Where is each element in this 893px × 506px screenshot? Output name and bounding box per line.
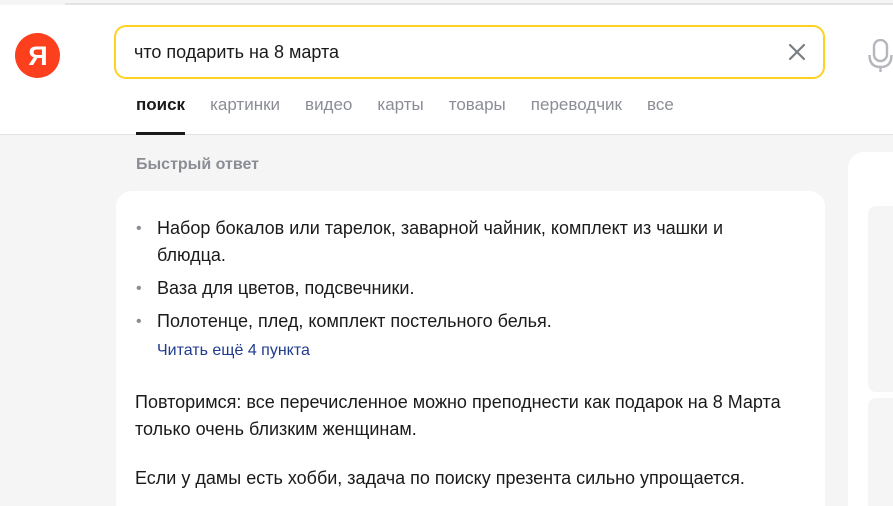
search-box [114, 25, 825, 79]
yandex-logo-glyph: Я [28, 41, 47, 71]
answer-paragraph: Повторимся: все перечисленное можно преп… [135, 392, 781, 439]
search-input[interactable] [134, 27, 774, 77]
tab-images[interactable]: картинки [210, 95, 280, 135]
bullet-icon: • [136, 313, 142, 330]
quick-answer-title: Быстрый ответ [136, 156, 259, 173]
tab-maps[interactable]: карты [377, 95, 423, 135]
tab-translator[interactable]: переводчик [531, 95, 622, 135]
quick-answer-card: • Набор бокалов или тарелок, заварной ча… [116, 191, 825, 506]
search-tabs: поиск картинки видео карты товары перево… [136, 95, 699, 135]
list-item-text: Набор бокалов или тарелок, заварной чайн… [157, 218, 724, 265]
microphone-icon[interactable] [868, 38, 893, 73]
right-panel-thumbnail[interactable] [868, 206, 893, 392]
header: Я поиск картинки видео карты товары пере… [0, 5, 893, 135]
tab-all[interactable]: все [647, 95, 674, 135]
list-item: • Полотенце, плед, комплект постельного … [135, 308, 795, 335]
bullet-icon: • [136, 220, 142, 237]
read-more-link[interactable]: Читать ещё 4 пункта [157, 342, 310, 360]
tab-products[interactable]: товары [449, 95, 506, 135]
tab-search[interactable]: поиск [136, 95, 186, 135]
answer-list: • Набор бокалов или тарелок, заварной ча… [135, 215, 795, 341]
answer-paragraph: Если у дамы есть хобби, задача по поиску… [135, 468, 745, 488]
close-icon[interactable] [785, 40, 809, 64]
svg-text:Я: Я [28, 41, 47, 71]
tab-video[interactable]: видео [305, 95, 352, 135]
list-item-text: Ваза для цветов, подсвечники. [157, 278, 415, 298]
list-item: • Ваза для цветов, подсвечники. [135, 275, 795, 302]
yandex-logo[interactable]: Я [15, 33, 60, 78]
bullet-icon: • [136, 280, 142, 297]
list-item: • Набор бокалов или тарелок, заварной ча… [135, 215, 795, 269]
right-panel-thumbnail[interactable] [868, 398, 893, 506]
list-item-text: Полотенце, плед, комплект постельного бе… [157, 311, 552, 331]
